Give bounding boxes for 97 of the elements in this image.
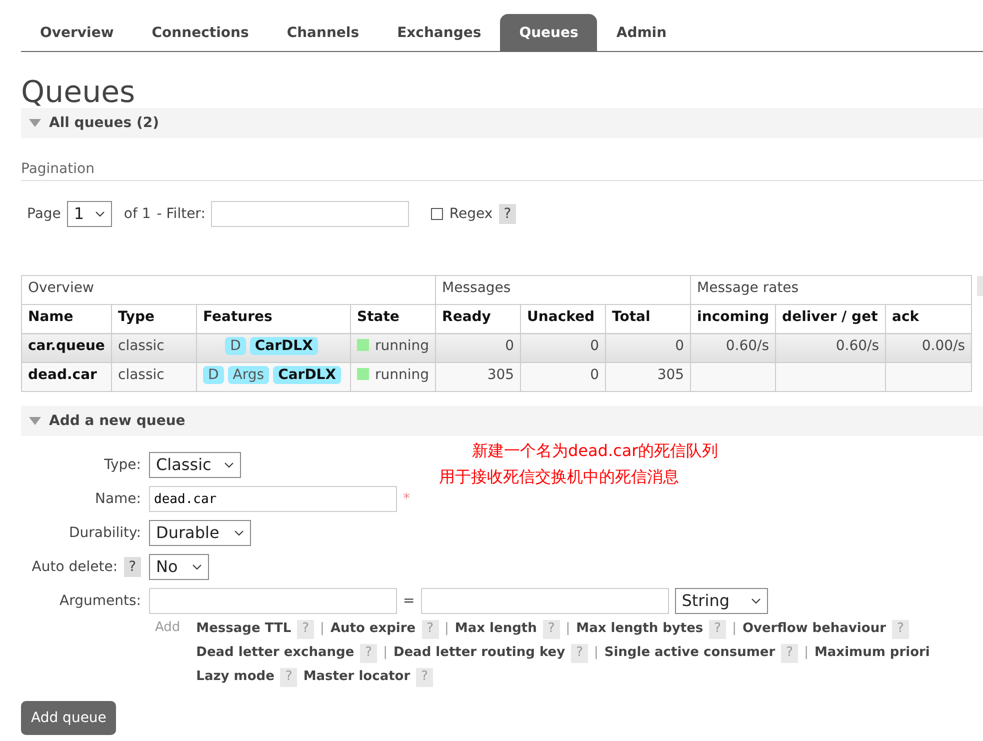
nav-tab[interactable]: Overview xyxy=(21,14,133,51)
argument-link[interactable]: Overflow behaviour xyxy=(742,621,886,638)
table-cell: classic xyxy=(112,334,196,363)
caret-icon xyxy=(234,530,244,536)
page-select[interactable]: 1 xyxy=(66,201,112,228)
argument-link[interactable]: Auto expire xyxy=(330,621,416,638)
section-title: Add a new queue xyxy=(49,412,186,430)
field-label: Durability: xyxy=(68,524,141,542)
feature-tag: D xyxy=(225,337,246,356)
page-title: Queues xyxy=(21,78,136,108)
add-queue-button[interactable]: Add queue xyxy=(21,700,116,736)
nav-tab[interactable]: Channels xyxy=(268,14,378,51)
annotation-text: 用于接收死信交换机中的死信消息 xyxy=(439,466,680,488)
table-cell: 0 xyxy=(606,334,691,363)
help-button[interactable]: ? xyxy=(498,204,516,224)
section-header[interactable]: All queues (2) xyxy=(21,108,983,138)
policy-tag[interactable]: CarDLX xyxy=(250,337,318,356)
equals-sign: = xyxy=(403,592,415,610)
separator: | xyxy=(444,621,449,638)
regex-checkbox[interactable] xyxy=(431,208,444,220)
argument-value-field[interactable] xyxy=(420,588,669,614)
required-mark: * xyxy=(403,490,410,508)
argument-key-field[interactable] xyxy=(149,588,397,614)
separator: | xyxy=(732,621,736,638)
argument-link[interactable]: Single active consumer xyxy=(604,645,776,662)
feature-tag: D xyxy=(203,366,224,384)
help-button[interactable]: ? xyxy=(124,557,141,578)
argument-link[interactable]: Dead letter routing key xyxy=(393,645,566,662)
column-header[interactable]: Unacked xyxy=(520,304,606,334)
argument-link[interactable]: Max length xyxy=(454,621,537,638)
state-text: running xyxy=(375,338,430,354)
option-select[interactable]: Durable xyxy=(149,520,251,546)
column-options-button[interactable] xyxy=(977,276,983,296)
table-cell: 305 xyxy=(436,362,521,392)
separator: | xyxy=(566,621,570,638)
type-select[interactable]: Classic xyxy=(149,452,241,478)
column-header[interactable]: State xyxy=(350,304,436,334)
annotation-text: 新建一个名为dead.car的死信队列 xyxy=(472,440,718,462)
column-header[interactable]: Ready xyxy=(436,304,521,334)
section-header[interactable]: Add a new queue xyxy=(21,406,983,436)
page-count: of 1 xyxy=(124,205,151,224)
queue-name-cell[interactable]: dead.car xyxy=(22,362,112,392)
table-cell: classic xyxy=(112,362,196,392)
section-title: All queues (2) xyxy=(49,114,159,132)
argument-link[interactable]: Message TTL xyxy=(196,621,292,638)
table-cell: 305 xyxy=(606,362,691,392)
argument-link[interactable]: Max length bytes xyxy=(576,621,704,638)
caret-icon xyxy=(192,564,202,570)
field-label: Auto delete: xyxy=(32,558,118,576)
table-cell: 0 xyxy=(520,334,606,363)
field-label: Arguments: xyxy=(60,592,141,610)
column-header[interactable]: ack xyxy=(886,304,972,334)
separator: | xyxy=(594,645,598,662)
column-group-header: Messages xyxy=(436,276,691,305)
feature-tag: Args xyxy=(228,366,270,384)
separator: | xyxy=(804,645,808,662)
column-group-header: Message rates xyxy=(690,276,972,305)
column-header[interactable]: deliver / get xyxy=(776,304,886,334)
nav-tab[interactable]: Queues xyxy=(500,14,598,51)
field-label: Name: xyxy=(94,490,141,508)
collapse-icon[interactable] xyxy=(29,119,41,127)
table-cell: 0.60/s xyxy=(690,334,776,363)
page-label: Page xyxy=(27,205,61,224)
filter-field[interactable] xyxy=(211,201,410,228)
nav-tab[interactable]: Exchanges xyxy=(378,14,500,51)
section-label: Pagination xyxy=(21,160,983,182)
collapse-icon[interactable] xyxy=(29,417,41,426)
column-group-header: Overview xyxy=(22,276,436,305)
column-header[interactable]: Features xyxy=(196,304,350,334)
caret-icon xyxy=(750,598,761,604)
regex-label: Regex xyxy=(449,205,493,224)
policy-tag[interactable]: CarDLX xyxy=(273,366,342,384)
argument-link[interactable]: Lazy mode xyxy=(196,668,274,686)
caret-icon xyxy=(224,462,234,468)
field-label: Type: xyxy=(104,456,141,474)
argument-type-select[interactable]: String xyxy=(674,588,768,614)
table-cell: 0 xyxy=(520,362,606,392)
nav-tab[interactable]: Connections xyxy=(132,14,268,51)
caret-icon xyxy=(94,211,105,218)
nav-tab[interactable]: Admin xyxy=(597,14,686,51)
column-header[interactable]: incoming xyxy=(690,304,776,334)
separator: | xyxy=(320,621,324,638)
column-header[interactable]: Name xyxy=(22,304,112,334)
state-text: running xyxy=(375,367,430,384)
argument-link[interactable]: Maximum priori xyxy=(814,645,930,662)
option-select[interactable]: No xyxy=(149,554,209,580)
table-cell: 0.00/s xyxy=(886,334,972,363)
argument-link[interactable]: Dead letter exchange xyxy=(196,645,354,662)
separator: | xyxy=(383,645,388,662)
queue-name-cell[interactable]: car.queue xyxy=(22,334,112,363)
argument-link[interactable]: Master locator xyxy=(303,668,410,686)
column-header[interactable]: Total xyxy=(606,304,691,334)
table-cell: 0.60/s xyxy=(776,334,886,363)
name-field[interactable]: dead.car xyxy=(149,486,397,512)
column-header[interactable]: Type xyxy=(112,304,196,334)
table-cell: 0 xyxy=(436,334,521,363)
filter-label: - Filter: xyxy=(156,205,206,224)
